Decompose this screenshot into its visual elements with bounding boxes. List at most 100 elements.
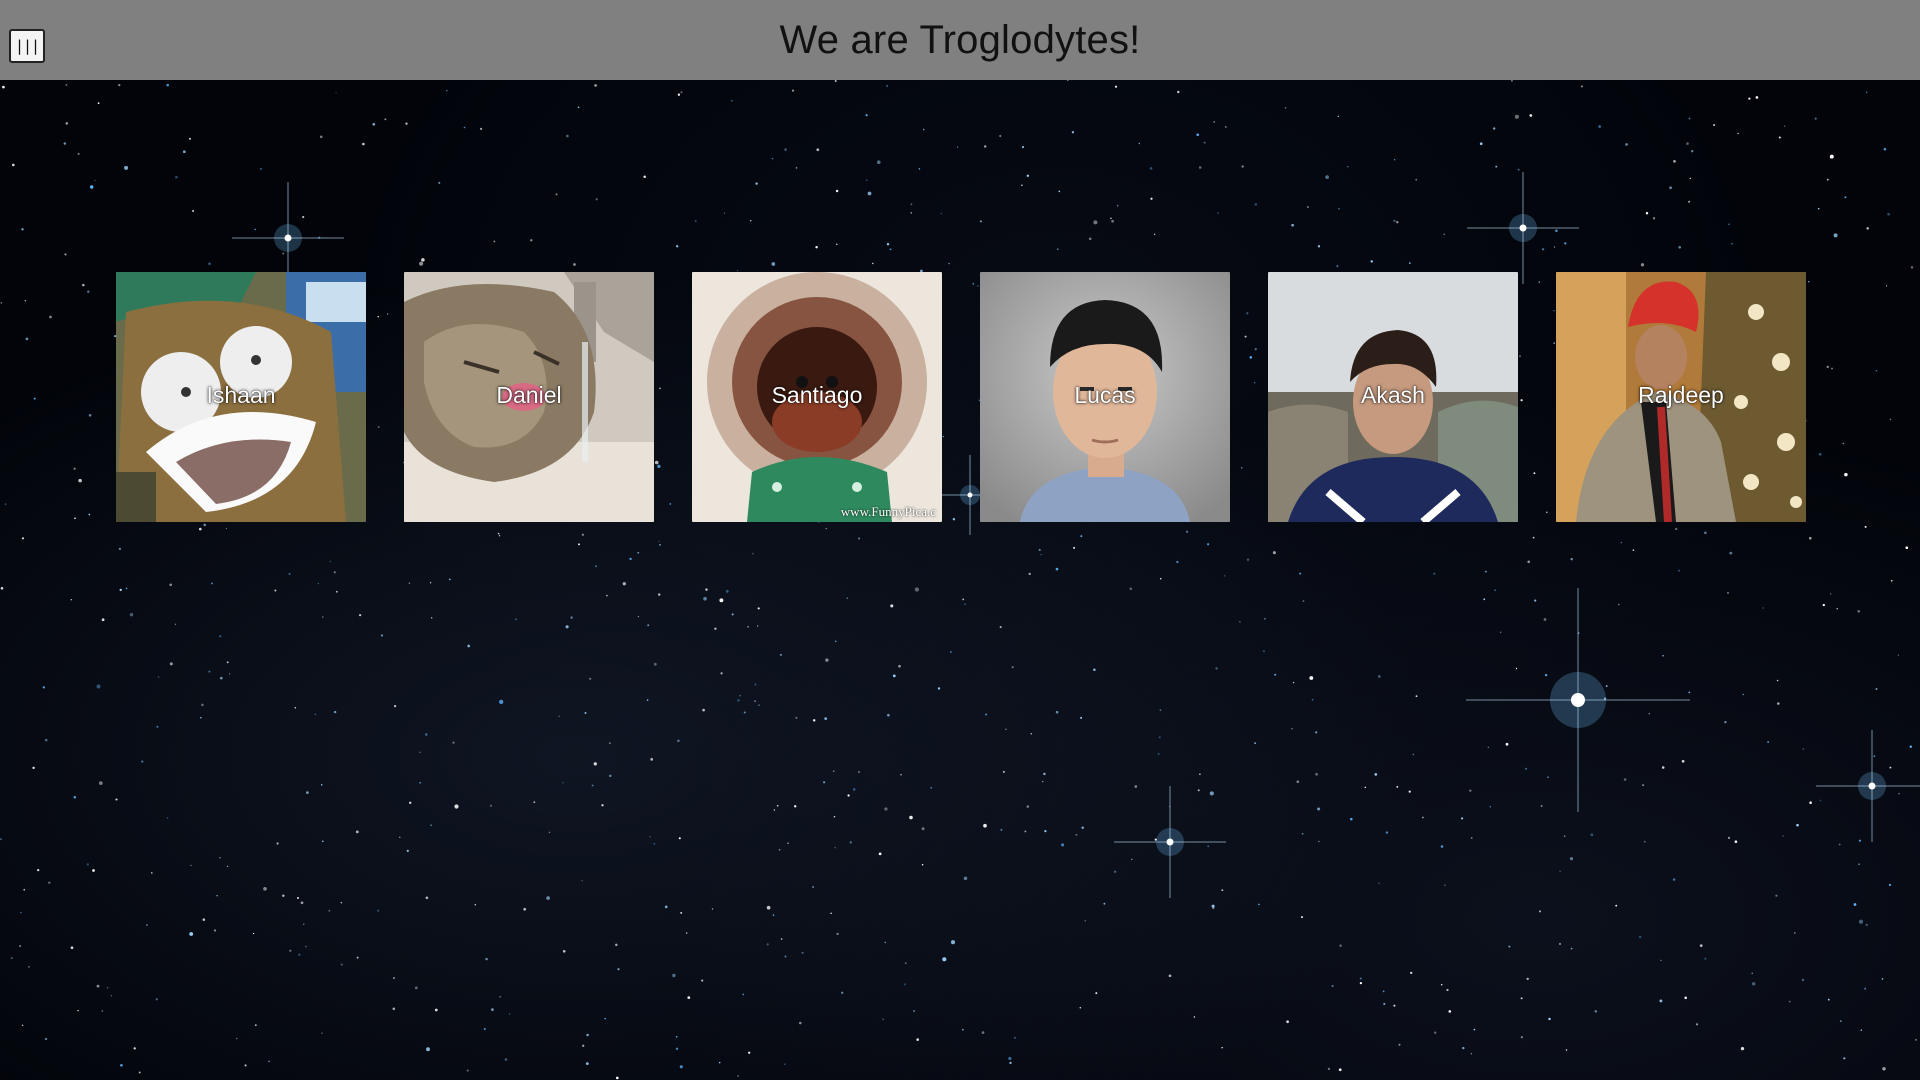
star bbox=[849, 841, 853, 844]
star bbox=[584, 712, 587, 714]
star bbox=[694, 220, 697, 222]
star bbox=[77, 152, 80, 155]
star bbox=[20, 912, 22, 914]
star bbox=[1623, 778, 1627, 781]
star bbox=[1359, 977, 1362, 980]
star bbox=[1150, 197, 1153, 200]
star bbox=[1262, 650, 1265, 653]
star bbox=[1149, 167, 1153, 170]
star bbox=[653, 842, 656, 845]
star bbox=[1910, 266, 1914, 269]
member-card-santiago[interactable]: www.FunnyPica.c Santiago bbox=[692, 272, 942, 522]
star bbox=[886, 84, 889, 87]
star bbox=[948, 262, 950, 265]
star bbox=[0, 838, 2, 840]
star bbox=[1505, 742, 1509, 746]
star bbox=[129, 612, 134, 617]
star bbox=[1317, 245, 1321, 248]
star bbox=[219, 856, 221, 859]
star bbox=[0, 587, 4, 590]
star bbox=[118, 83, 121, 87]
star bbox=[431, 617, 433, 619]
star bbox=[1514, 114, 1519, 119]
star bbox=[914, 587, 920, 592]
member-card-daniel[interactable]: Daniel bbox=[404, 272, 654, 522]
star bbox=[752, 553, 754, 555]
star bbox=[120, 1063, 123, 1067]
star bbox=[1338, 207, 1340, 210]
star bbox=[333, 571, 336, 574]
star bbox=[1887, 212, 1890, 216]
star bbox=[201, 703, 204, 707]
star bbox=[1061, 843, 1065, 847]
star bbox=[44, 738, 48, 742]
stars-layer bbox=[0, 79, 1920, 1080]
star bbox=[268, 1060, 270, 1063]
member-card-ishaan[interactable]: Ishaan bbox=[116, 272, 366, 522]
star bbox=[1071, 131, 1075, 134]
star bbox=[426, 1047, 430, 1052]
star bbox=[4, 503, 7, 505]
star bbox=[795, 716, 798, 719]
star bbox=[533, 801, 536, 804]
star bbox=[235, 1037, 238, 1040]
member-card-akash[interactable]: Akash bbox=[1268, 272, 1518, 522]
star bbox=[175, 175, 178, 179]
star bbox=[771, 262, 776, 266]
star bbox=[276, 842, 279, 845]
star bbox=[680, 91, 683, 94]
star bbox=[778, 848, 781, 851]
star bbox=[1776, 679, 1779, 682]
star bbox=[1055, 567, 1059, 571]
star bbox=[1532, 536, 1535, 539]
bright-star bbox=[1114, 786, 1226, 898]
star bbox=[1713, 124, 1716, 126]
star bbox=[981, 1031, 985, 1034]
star bbox=[1013, 1036, 1016, 1039]
star bbox=[962, 598, 965, 601]
star bbox=[812, 886, 815, 888]
menu-toggle-button[interactable]: ||| bbox=[9, 29, 45, 63]
star bbox=[1159, 577, 1162, 580]
star bbox=[1857, 609, 1861, 613]
star bbox=[282, 252, 285, 255]
star bbox=[1317, 807, 1321, 811]
star bbox=[1084, 920, 1086, 922]
member-card-rajdeep[interactable]: Rajdeep bbox=[1556, 272, 1806, 522]
star bbox=[1691, 150, 1694, 153]
star bbox=[577, 106, 580, 109]
top-bar: ||| We are Troglodytes! bbox=[0, 0, 1920, 80]
star bbox=[483, 1027, 486, 1031]
star bbox=[593, 762, 597, 766]
star bbox=[913, 1010, 916, 1012]
star bbox=[157, 676, 160, 678]
star bbox=[151, 872, 153, 874]
star bbox=[616, 1076, 619, 1080]
star bbox=[1038, 548, 1041, 552]
star bbox=[1836, 608, 1838, 610]
star bbox=[1569, 857, 1574, 861]
star bbox=[189, 932, 194, 936]
star bbox=[1274, 673, 1277, 676]
star bbox=[685, 932, 688, 934]
star bbox=[1570, 947, 1573, 950]
star bbox=[1134, 785, 1138, 788]
member-card-lucas[interactable]: Lucas bbox=[980, 272, 1230, 522]
star bbox=[1890, 579, 1893, 582]
star bbox=[1079, 1007, 1082, 1009]
star bbox=[672, 973, 676, 978]
star bbox=[910, 203, 913, 206]
star bbox=[1858, 863, 1860, 865]
star bbox=[930, 786, 933, 789]
star bbox=[1291, 223, 1294, 227]
star bbox=[515, 618, 518, 621]
star bbox=[678, 837, 681, 840]
star bbox=[333, 710, 337, 714]
star bbox=[589, 677, 592, 680]
star bbox=[254, 1024, 257, 1027]
star bbox=[1688, 691, 1691, 694]
star bbox=[133, 1047, 136, 1050]
star bbox=[1525, 767, 1528, 770]
star bbox=[816, 148, 820, 152]
star bbox=[1843, 1057, 1846, 1060]
